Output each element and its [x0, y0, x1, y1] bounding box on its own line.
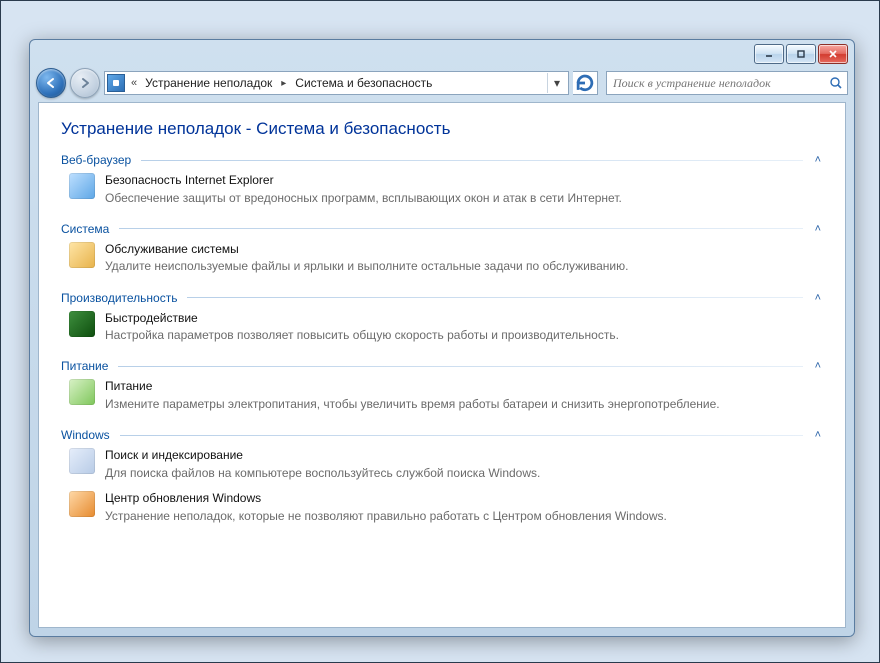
section-header-label: Windows [61, 428, 110, 442]
search-input[interactable] [611, 75, 825, 92]
maximize-button[interactable] [786, 44, 816, 64]
forward-button[interactable] [70, 68, 100, 98]
troubleshooter-title: Безопасность Internet Explorer [105, 173, 622, 189]
troubleshooter-title: Центр обновления Windows [105, 491, 667, 507]
section-header[interactable]: Windows ˄ [61, 428, 823, 442]
troubleshooter-title: Обслуживание системы [105, 242, 628, 258]
content-pane: Устранение неполадок - Система и безопас… [38, 102, 846, 628]
section: Windows ˄ Поиск и индексированиеДля поиска… [61, 428, 823, 528]
troubleshooter-desc: Обеспечение защиты от вредоносных програ… [105, 190, 622, 206]
troubleshooter-desc: Измените параметры электропитания, чтобы… [105, 396, 720, 412]
minimize-button[interactable] [754, 44, 784, 64]
section-divider [119, 228, 802, 229]
navigation-row: « Устранение неполадок ▸ Система и безоп… [36, 68, 848, 98]
search-box[interactable] [606, 71, 848, 95]
chevron-right-icon[interactable]: ▸ [278, 78, 289, 89]
section-divider [118, 366, 802, 367]
section-header-label: Производительность [61, 291, 177, 305]
address-bar[interactable]: « Устранение неполадок ▸ Система и безоп… [104, 71, 569, 95]
troubleshooter-icon [69, 379, 95, 405]
troubleshooter-item[interactable]: Безопасность Internet ExplorerОбеспечени… [61, 167, 823, 210]
troubleshooter-item[interactable]: БыстродействиеНастройка параметров позво… [61, 305, 823, 348]
back-arrow-icon [44, 76, 58, 90]
troubleshooter-item[interactable]: Обслуживание системыУдалите неиспользуем… [61, 236, 823, 279]
collapse-chevron-icon[interactable]: ˄ [813, 429, 823, 441]
section-divider [187, 297, 802, 298]
troubleshooter-icon [69, 242, 95, 268]
breadcrumb-seg-troubleshoot[interactable]: Устранение неполадок [143, 76, 274, 90]
address-dropdown[interactable]: ▾ [547, 73, 566, 93]
section-header[interactable]: Веб-браузер ˄ [61, 153, 823, 167]
refresh-icon [573, 71, 597, 95]
minimize-icon [764, 49, 774, 59]
section-divider [141, 160, 802, 161]
troubleshooter-title: Питание [105, 379, 720, 395]
section-header-label: Веб-браузер [61, 153, 131, 167]
troubleshooter-text: Обслуживание системыУдалите неиспользуем… [105, 242, 628, 275]
maximize-icon [796, 49, 806, 59]
troubleshooter-desc: Удалите неиспользуемые файлы и ярлыки и … [105, 258, 628, 274]
section-header-label: Система [61, 222, 109, 236]
troubleshooter-text: Центр обновления WindowsУстранение непол… [105, 491, 667, 524]
section-header[interactable]: Система ˄ [61, 222, 823, 236]
troubleshooter-item[interactable]: ПитаниеИзмените параметры электропитания… [61, 373, 823, 416]
collapse-chevron-icon[interactable]: ˄ [813, 292, 823, 304]
troubleshooter-desc: Настройка параметров позволяет повысить … [105, 327, 619, 343]
troubleshooter-text: БыстродействиеНастройка параметров позво… [105, 311, 619, 344]
forward-arrow-icon [78, 76, 92, 90]
back-button[interactable] [36, 68, 66, 98]
refresh-button[interactable] [573, 71, 598, 95]
breadcrumb-seg-system-security[interactable]: Система и безопасность [293, 76, 434, 90]
section: Производительность ˄ БыстродействиеНастрой… [61, 291, 823, 348]
troubleshooter-icon [69, 448, 95, 474]
section-header-label: Питание [61, 359, 108, 373]
search-icon [829, 76, 843, 90]
troubleshooter-text: ПитаниеИзмените параметры электропитания… [105, 379, 720, 412]
section-header[interactable]: Производительность ˄ [61, 291, 823, 305]
section-header[interactable]: Питание ˄ [61, 359, 823, 373]
desktop-background: « Устранение неполадок ▸ Система и безоп… [0, 0, 880, 663]
breadcrumb-overflow[interactable]: « [129, 77, 139, 89]
troubleshooter-item[interactable]: Центр обновления WindowsУстранение непол… [61, 485, 823, 528]
troubleshooter-item[interactable]: Поиск и индексированиеДля поиска файлов … [61, 442, 823, 485]
troubleshooter-text: Поиск и индексированиеДля поиска файлов … [105, 448, 540, 481]
collapse-chevron-icon[interactable]: ˄ [813, 154, 823, 166]
section: Система ˄ Обслуживание системыУдалите неис… [61, 222, 823, 279]
troubleshooter-icon [69, 491, 95, 517]
troubleshooter-title: Поиск и индексирование [105, 448, 540, 464]
collapse-chevron-icon[interactable]: ˄ [813, 223, 823, 235]
caption-buttons [754, 44, 848, 64]
close-icon [828, 49, 838, 59]
collapse-chevron-icon[interactable]: ˄ [813, 360, 823, 372]
troubleshooter-title: Быстродействие [105, 311, 619, 327]
troubleshooter-icon [69, 173, 95, 199]
troubleshooter-desc: Для поиска файлов на компьютере воспольз… [105, 465, 540, 481]
section-divider [120, 435, 803, 436]
troubleshooter-icon [69, 311, 95, 337]
section: Веб-браузер ˄ Безопасность Internet Explor… [61, 153, 823, 210]
page-title: Устранение неполадок - Система и безопас… [61, 119, 823, 139]
close-button[interactable] [818, 44, 848, 64]
control-panel-icon [107, 74, 125, 92]
troubleshooter-text: Безопасность Internet ExplorerОбеспечени… [105, 173, 622, 206]
explorer-window: « Устранение неполадок ▸ Система и безоп… [29, 39, 855, 637]
section: Питание˄ПитаниеИзмените параметры электр… [61, 359, 823, 416]
troubleshooter-desc: Устранение неполадок, которые не позволя… [105, 508, 667, 524]
